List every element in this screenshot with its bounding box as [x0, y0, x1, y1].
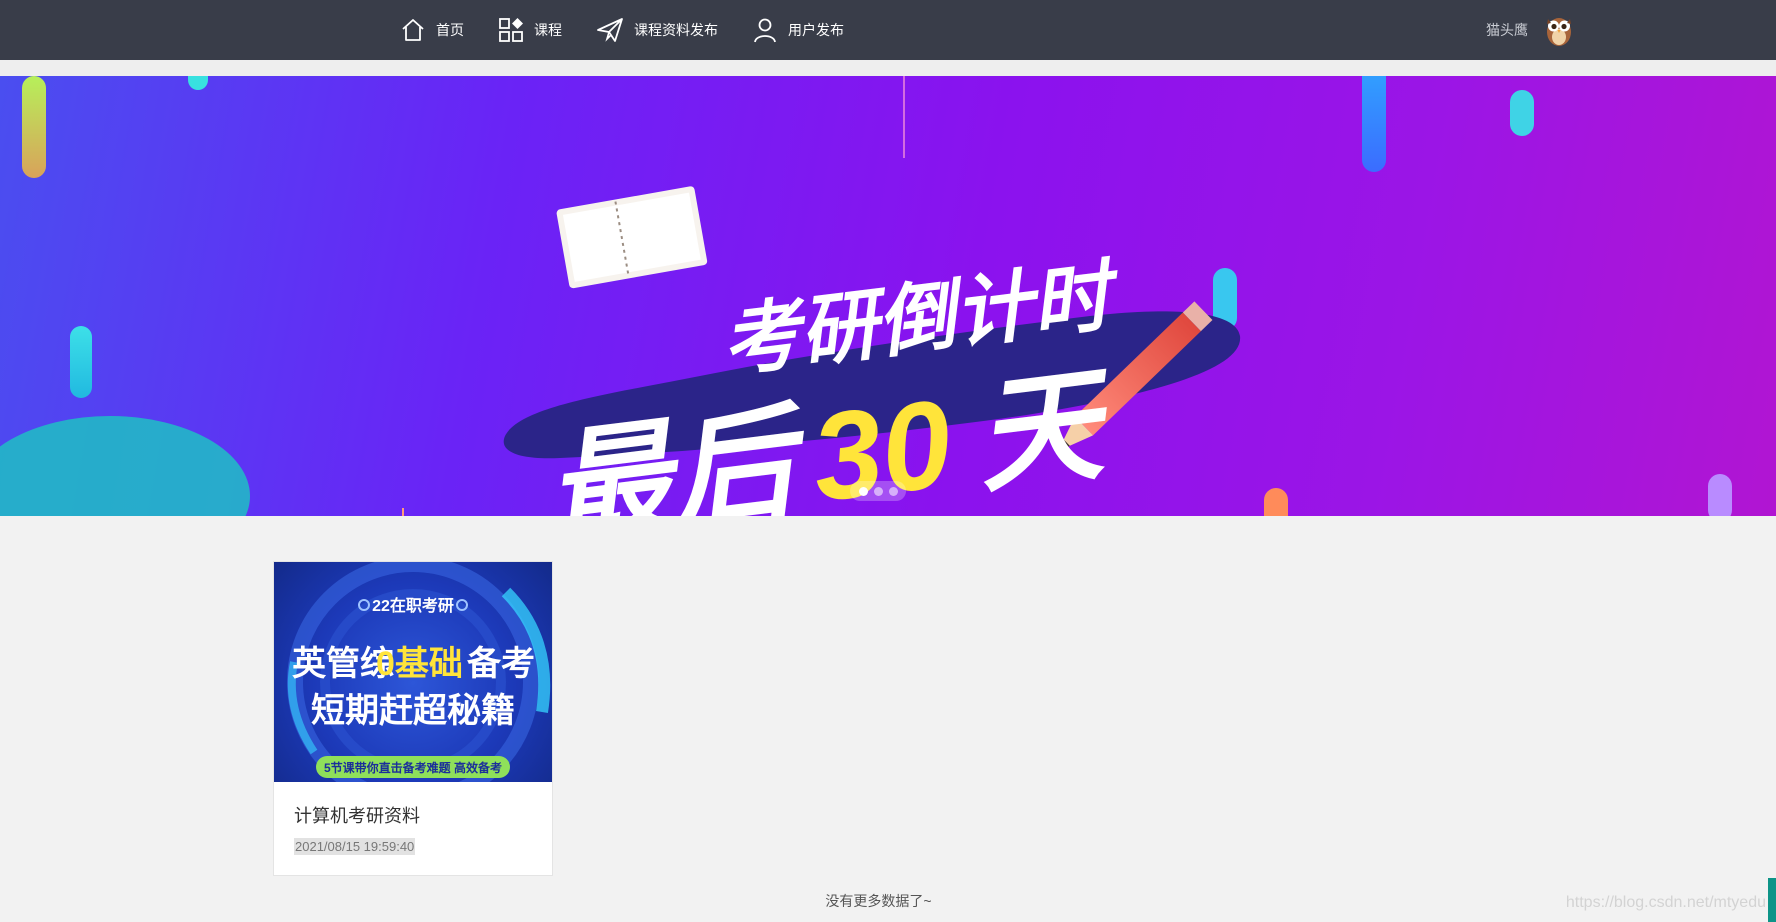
cover-line2: 短期赶超秘籍	[311, 692, 515, 730]
banner-carousel[interactable]: 考研倒计时 最后 30 天	[0, 76, 1776, 516]
cover-artwork: 22在职考研 英管综 0基础 备考 短期赶超秘籍 5节课带你直击备考难题 高效备…	[287, 562, 551, 782]
nav-item-courses[interactable]: 课程	[498, 0, 562, 60]
user-icon	[754, 18, 776, 43]
no-more-data-text: 没有更多数据了~	[825, 893, 932, 909]
cover-line1-b: 0基础	[376, 645, 463, 683]
home-icon	[402, 19, 424, 41]
cover-strip: 5节课带你直击备考难题 高效备考	[324, 760, 502, 775]
cover-line1-c: 备考	[467, 645, 535, 683]
username[interactable]: 猫头鹰	[1486, 20, 1528, 40]
course-timestamp: 2021/08/15 19:59:40	[294, 838, 416, 855]
nav-label: 课程资料发布	[634, 22, 718, 38]
carousel-dot-3[interactable]	[888, 486, 898, 496]
nav-item-home[interactable]: 首页	[400, 0, 464, 60]
user-menu[interactable]: 猫头鹰	[1486, 0, 1576, 60]
watermark: https://blog.csdn.net/mtyedu	[1565, 894, 1766, 911]
carousel-dot-2[interactable]	[873, 486, 883, 496]
course-title[interactable]: 计算机考研资料	[294, 802, 420, 828]
banner-artwork: 考研倒计时 最后 30 天	[0, 76, 1732, 516]
side-floating-tab[interactable]	[1768, 878, 1776, 922]
nav-label: 课程	[534, 22, 562, 38]
avatar[interactable]	[1542, 13, 1576, 47]
course-cover-image[interactable]: 22在职考研 英管综 0基础 备考 短期赶超秘籍 5节课带你直击备考难题 高效备…	[274, 562, 552, 782]
main-nav: 首页 课程 课程资料发布 用户发布	[400, 0, 878, 60]
carousel-dot-1[interactable]	[858, 486, 868, 496]
owl-avatar-icon	[1547, 18, 1571, 46]
top-navigation-bar: 首页 课程 课程资料发布 用户发布 猫头鹰	[0, 0, 1776, 60]
grid-icon	[499, 18, 523, 42]
header-gap	[0, 60, 1776, 76]
carousel-indicators	[850, 481, 906, 501]
nav-label: 首页	[436, 22, 464, 38]
nav-label: 用户发布	[788, 22, 844, 38]
nav-item-user-publish[interactable]: 用户发布	[752, 0, 844, 60]
nav-item-publish-materials[interactable]: 课程资料发布	[596, 0, 718, 60]
cover-badge: 22在职考研	[372, 596, 454, 615]
paper-plane-icon	[597, 18, 623, 42]
course-card[interactable]: 22在职考研 英管综 0基础 备考 短期赶超秘籍 5节课带你直击备考难题 高效备…	[273, 561, 553, 876]
